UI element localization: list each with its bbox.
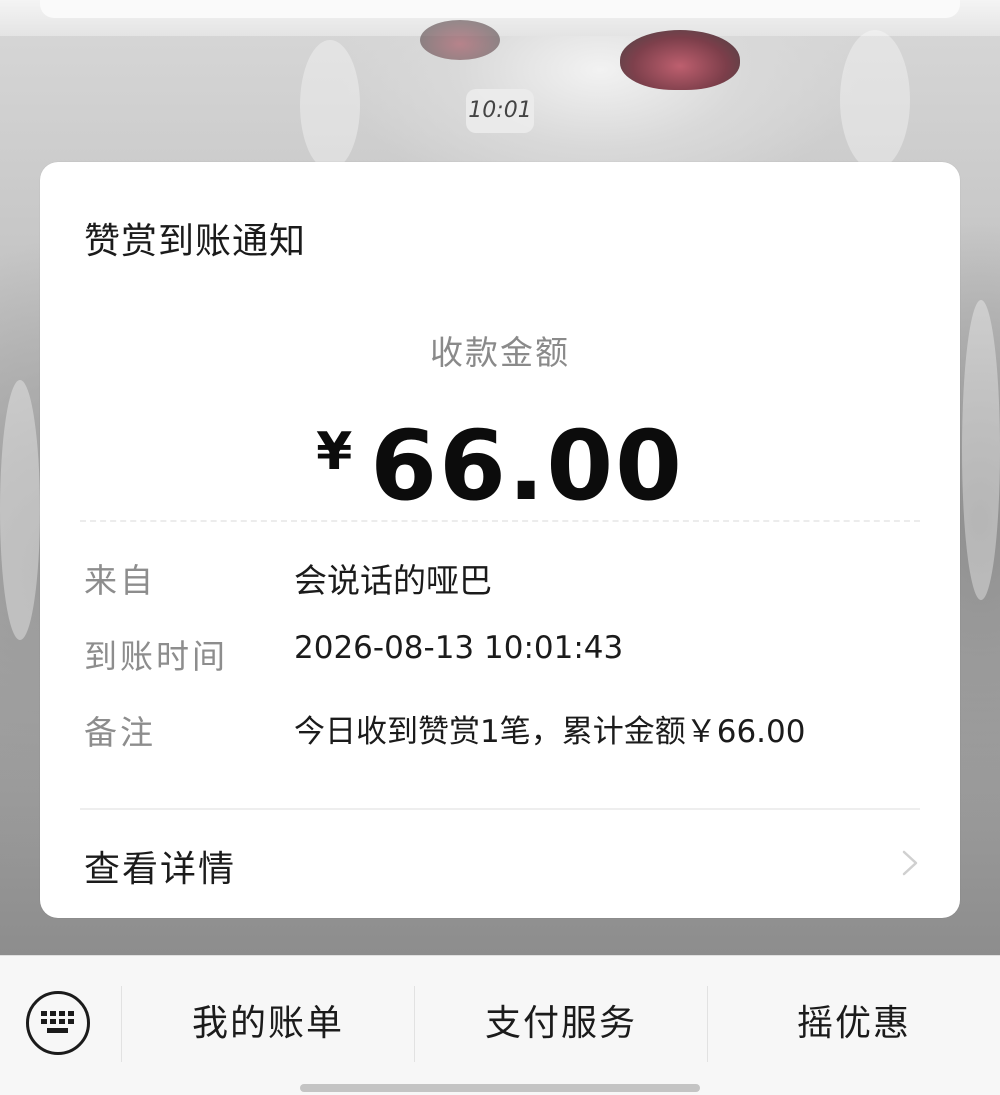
amount-value: 66.00 bbox=[370, 410, 684, 522]
info-value: 会说话的哑巴 bbox=[294, 561, 492, 600]
chevron-right-icon bbox=[894, 848, 924, 878]
info-value: 2026-08-13 10:01:43 bbox=[294, 630, 624, 666]
info-row-note: 备注 今日收到赞赏1笔，累计金额￥66.00 bbox=[84, 706, 920, 754]
view-details-link[interactable]: 查看详情 bbox=[40, 810, 960, 918]
info-key: 备注 bbox=[84, 713, 156, 752]
dashed-divider bbox=[80, 520, 920, 522]
info-row-time: 到账时间 2026-08-13 10:01:43 bbox=[84, 630, 920, 678]
view-details-label: 查看详情 bbox=[84, 849, 237, 890]
info-value: 今日收到赞赏1笔，累计金额￥66.00 bbox=[294, 714, 806, 750]
wallpaper-detail bbox=[962, 300, 1000, 600]
home-indicator[interactable] bbox=[300, 1084, 700, 1092]
keyboard-icon bbox=[41, 1011, 74, 1033]
menu-item-my-bills[interactable]: 我的账单 bbox=[122, 1000, 414, 1048]
wallpaper-detail bbox=[420, 20, 500, 60]
info-key: 来自 bbox=[84, 561, 156, 600]
info-row-from: 来自 会说话的哑巴 bbox=[84, 554, 920, 602]
chat-timestamp: 10:01 bbox=[466, 89, 534, 133]
bottom-menu-bar: 我的账单 支付服务 摇优惠 bbox=[0, 955, 1000, 1095]
keyboard-toggle-button[interactable] bbox=[26, 991, 90, 1055]
amount-display: ¥66.00 bbox=[40, 410, 960, 522]
menu-item-shake-discounts[interactable]: 摇优惠 bbox=[708, 1000, 1000, 1048]
currency-symbol: ¥ bbox=[316, 422, 353, 482]
info-key: 到账时间 bbox=[84, 637, 228, 676]
card-title: 赞赏到账通知 bbox=[84, 221, 307, 262]
menu-item-payment-services[interactable]: 支付服务 bbox=[415, 1000, 707, 1048]
wallpaper-detail bbox=[620, 30, 740, 90]
previous-card-edge bbox=[40, 0, 960, 18]
wallpaper-detail bbox=[0, 380, 40, 640]
amount-label: 收款金额 bbox=[430, 333, 570, 372]
wallpaper-detail bbox=[840, 30, 910, 170]
reward-notification-card[interactable]: 赞赏到账通知 收款金额 ¥66.00 来自 会说话的哑巴 到账时间 2026-0… bbox=[40, 162, 960, 918]
wallpaper-detail bbox=[300, 40, 360, 170]
